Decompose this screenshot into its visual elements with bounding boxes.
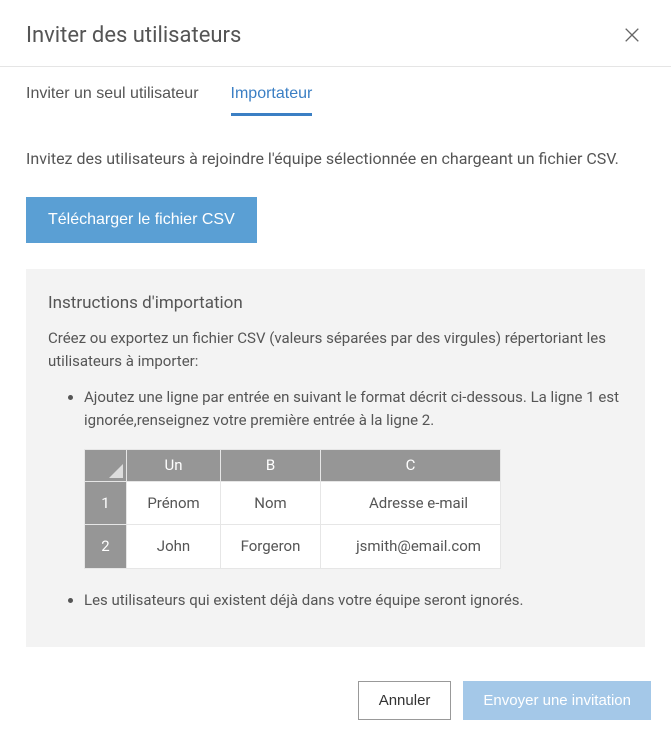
table-row: 2 John Forgeron jsmith@email.com xyxy=(85,525,501,569)
table-row: 1 Prénom Nom Adresse e-mail xyxy=(85,481,501,525)
table-cell: John xyxy=(127,525,221,569)
tabs: Inviter un seul utilisateur Importateur xyxy=(0,67,671,117)
modal-header: Inviter des utilisateurs xyxy=(0,0,671,67)
instruction-step-1-text: Ajoutez une ligne par entrée en suivant … xyxy=(84,388,619,429)
table-cell: jsmith@email.com xyxy=(321,525,501,569)
instruction-step-2: Les utilisateurs qui existent déjà dans … xyxy=(84,589,623,612)
table-col-a: Un xyxy=(127,450,221,482)
instructions-desc: Créez ou exportez un fichier CSV (valeur… xyxy=(48,327,623,372)
table-cell: Nom xyxy=(221,481,321,525)
modal-footer: Annuler Envoyer une invitation xyxy=(0,667,671,734)
modal-title: Inviter des utilisateurs xyxy=(26,23,241,48)
close-icon xyxy=(623,26,641,44)
table-col-b: B xyxy=(221,450,321,482)
content: Invitez des utilisateurs à rejoindre l'é… xyxy=(0,117,671,667)
cancel-button[interactable]: Annuler xyxy=(358,681,452,720)
tab-importer[interactable]: Importateur xyxy=(231,85,313,116)
instructions-panel: Instructions d'importation Créez ou expo… xyxy=(26,269,645,647)
instructions-title: Instructions d'importation xyxy=(48,293,623,313)
table-row-num: 1 xyxy=(85,481,127,525)
instructions-list: Ajoutez une ligne par entrée en suivant … xyxy=(48,386,623,611)
close-button[interactable] xyxy=(619,22,645,48)
table-cell: Forgeron xyxy=(221,525,321,569)
table-corner xyxy=(85,450,127,482)
content-scroll[interactable]: Invitez des utilisateurs à rejoindre l'é… xyxy=(0,117,671,667)
table-col-c: C xyxy=(321,450,501,482)
table-row-num: 2 xyxy=(85,525,127,569)
download-csv-button[interactable]: Télécharger le fichier CSV xyxy=(26,197,257,243)
invite-users-modal: Inviter des utilisateurs Inviter un seul… xyxy=(0,0,671,734)
instruction-step-1: Ajoutez une ligne par entrée en suivant … xyxy=(84,386,623,569)
table-cell: Adresse e-mail xyxy=(321,481,501,525)
tab-invite-single[interactable]: Inviter un seul utilisateur xyxy=(26,85,199,116)
intro-text: Invitez des utilisateurs à rejoindre l'é… xyxy=(26,147,645,171)
table-cell: Prénom xyxy=(127,481,221,525)
table-header-row: Un B C xyxy=(85,450,501,482)
example-table: Un B C 1 Prénom Nom Adresse e-mail xyxy=(84,449,501,569)
send-invitation-button[interactable]: Envoyer une invitation xyxy=(463,681,651,720)
